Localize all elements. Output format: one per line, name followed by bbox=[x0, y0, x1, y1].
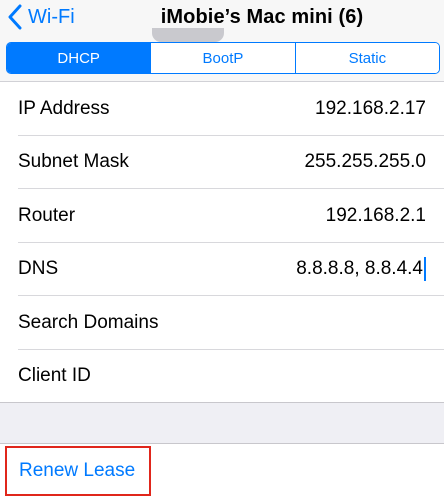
renew-lease-row: Renew Lease bbox=[0, 444, 444, 500]
search-domains-label: Search Domains bbox=[18, 311, 159, 333]
ip-address-row: IP Address 192.168.2.17 bbox=[0, 82, 444, 136]
subnet-mask-label: Subnet Mask bbox=[18, 151, 129, 173]
ip-mode-segmented-control: DHCP BootP Static bbox=[6, 42, 440, 74]
dns-value: 8.8.8.8, 8.8.4.4 bbox=[296, 258, 423, 280]
router-value: 192.168.2.1 bbox=[325, 204, 426, 226]
router-label: Router bbox=[18, 204, 76, 226]
client-id-row[interactable]: Client ID bbox=[0, 350, 444, 404]
search-domains-row[interactable]: Search Domains bbox=[0, 296, 444, 350]
dns-field[interactable]: 8.8.8.8, 8.8.4.4 bbox=[296, 257, 426, 282]
segment-dhcp[interactable]: DHCP bbox=[7, 43, 151, 73]
network-settings-list: IP Address 192.168.2.17 Subnet Mask 255.… bbox=[0, 82, 444, 403]
dns-label: DNS bbox=[18, 258, 59, 280]
back-label: Wi-Fi bbox=[28, 5, 75, 28]
segment-bootp[interactable]: BootP bbox=[150, 43, 295, 73]
ip-address-value: 192.168.2.17 bbox=[315, 97, 426, 119]
subnet-mask-value: 255.255.255.0 bbox=[304, 151, 426, 173]
ip-address-label: IP Address bbox=[18, 97, 110, 119]
segment-bar: DHCP BootP Static bbox=[0, 36, 444, 82]
pull-tab-handle bbox=[152, 28, 224, 42]
client-id-label: Client ID bbox=[18, 365, 91, 387]
wifi-network-detail-screen: Wi-Fi iMobie’s Mac mini (6) DHCP BootP S… bbox=[0, 0, 444, 500]
renew-lease-button[interactable]: Renew Lease bbox=[5, 446, 151, 496]
text-cursor bbox=[424, 257, 426, 282]
dns-row[interactable]: DNS 8.8.8.8, 8.8.4.4 bbox=[0, 243, 444, 297]
router-row: Router 192.168.2.1 bbox=[0, 189, 444, 243]
section-separator bbox=[0, 403, 444, 444]
segment-static[interactable]: Static bbox=[294, 43, 439, 73]
chevron-left-icon bbox=[8, 4, 22, 30]
subnet-mask-row: Subnet Mask 255.255.255.0 bbox=[0, 136, 444, 190]
back-button[interactable]: Wi-Fi bbox=[8, 2, 75, 32]
page-title: iMobie’s Mac mini (6) bbox=[160, 6, 364, 28]
